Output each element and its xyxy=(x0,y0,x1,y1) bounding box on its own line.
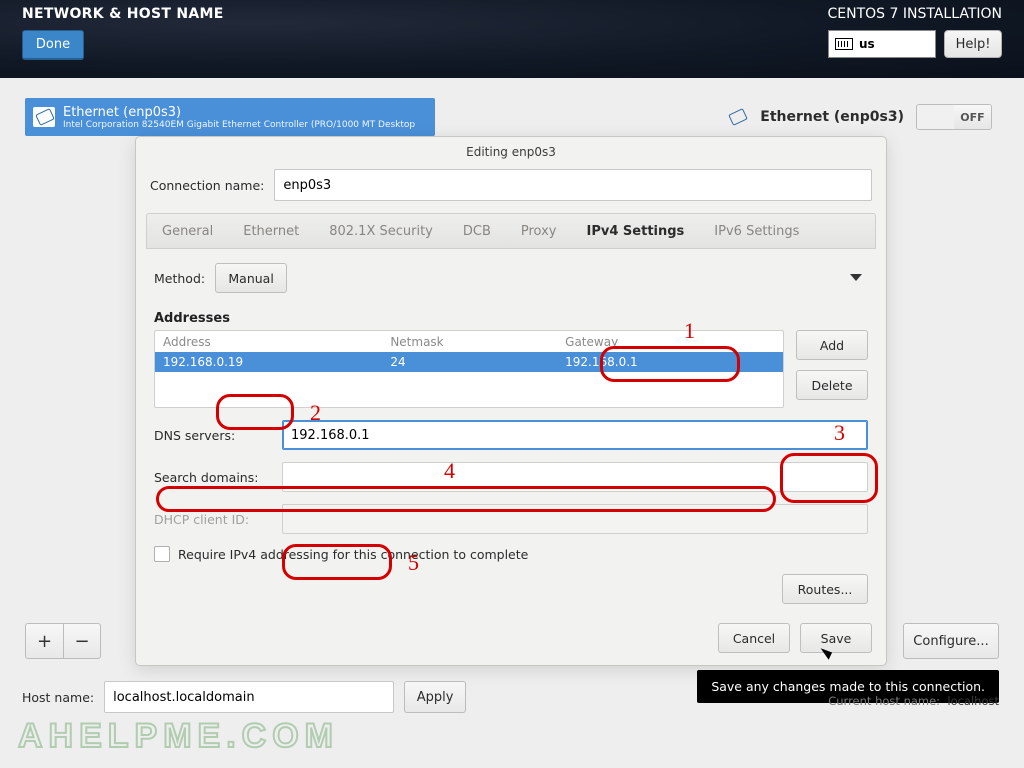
tab-ipv6[interactable]: IPv6 Settings xyxy=(699,224,814,239)
current-hostname: Current host name: localhost xyxy=(828,694,999,708)
col-netmask: Netmask xyxy=(390,335,565,349)
device-vendor: Intel Corporation 82540EM Gigabit Ethern… xyxy=(63,120,415,130)
keyboard-layout-select[interactable]: us xyxy=(828,30,936,58)
device-text: Ethernet (enp0s3) Intel Corporation 8254… xyxy=(63,105,415,130)
search-domains-input[interactable] xyxy=(282,462,868,492)
dhcp-row: DHCP client ID: xyxy=(154,504,868,534)
nic-icon xyxy=(33,107,55,127)
delete-address-button[interactable]: Delete xyxy=(796,370,868,400)
configure-button[interactable]: Configure... xyxy=(903,623,999,659)
method-label: Method: xyxy=(154,271,205,286)
cancel-button[interactable]: Cancel xyxy=(718,623,790,653)
require-ipv4-row: Require IPv4 addressing for this connect… xyxy=(154,546,868,562)
routes-button[interactable]: Routes... xyxy=(782,574,868,604)
addresses-label: Addresses xyxy=(154,311,868,326)
device-list-controls: + − xyxy=(25,623,101,659)
dialog-title: Editing enp0s3 xyxy=(136,137,886,163)
dns-row: DNS servers: xyxy=(154,420,868,450)
installer-screen: NETWORK & HOST NAME Done CENTOS 7 INSTAL… xyxy=(0,0,1024,768)
tab-general[interactable]: General xyxy=(147,224,228,239)
table-row[interactable]: 192.168.0.19 24 192.168.0.1 xyxy=(155,352,783,372)
top-bar: NETWORK & HOST NAME Done CENTOS 7 INSTAL… xyxy=(0,0,1024,78)
device-header-right: Ethernet (enp0s3) OFF xyxy=(726,104,992,130)
cell-address: 192.168.0.19 xyxy=(163,355,390,369)
routes-row: Routes... xyxy=(154,574,868,604)
remove-device-button[interactable]: − xyxy=(63,623,101,659)
dns-input[interactable] xyxy=(282,420,868,450)
apply-hostname-button[interactable]: Apply xyxy=(404,681,466,713)
topbar-right-group: us Help! xyxy=(828,30,1002,58)
tab-ethernet[interactable]: Ethernet xyxy=(228,224,314,239)
cell-gateway: 192.168.0.1 xyxy=(565,355,775,369)
addresses-area: Address Netmask Gateway 192.168.0.19 24 … xyxy=(154,330,868,408)
help-button[interactable]: Help! xyxy=(944,30,1002,58)
nic-icon xyxy=(726,107,748,127)
add-address-button[interactable]: Add xyxy=(796,330,868,360)
col-gateway: Gateway xyxy=(565,335,775,349)
dialog-tabs: General Ethernet 802.1X Security DCB Pro… xyxy=(146,213,876,249)
method-row: Method: Manual xyxy=(154,259,868,297)
require-ipv4-label: Require IPv4 addressing for this connect… xyxy=(178,547,528,562)
tab-ipv4[interactable]: IPv4 Settings xyxy=(572,224,700,239)
tab-8021x[interactable]: 802.1X Security xyxy=(314,224,448,239)
table-empty-row xyxy=(155,372,783,392)
keyboard-icon xyxy=(835,38,853,50)
table-header: Address Netmask Gateway xyxy=(155,331,783,352)
device-name: Ethernet (enp0s3) xyxy=(63,105,415,120)
connection-name-label: Connection name: xyxy=(150,178,264,193)
tab-proxy[interactable]: Proxy xyxy=(506,224,572,239)
dns-label: DNS servers: xyxy=(154,428,272,443)
connection-name-row: Connection name: xyxy=(136,163,886,207)
chevron-down-icon xyxy=(850,274,862,281)
search-domains-label: Search domains: xyxy=(154,470,272,485)
dialog-body: Method: Manual Addresses Address Netmask… xyxy=(136,249,886,608)
add-device-button[interactable]: + xyxy=(25,623,63,659)
hostname-row: Host name: Apply xyxy=(22,681,466,713)
dhcp-input xyxy=(282,504,868,534)
method-select[interactable]: Manual xyxy=(215,263,287,293)
switch-on-side xyxy=(917,105,954,129)
keyboard-layout-value: us xyxy=(859,37,875,51)
hostname-label: Host name: xyxy=(22,690,94,705)
page-title: NETWORK & HOST NAME xyxy=(22,6,224,22)
current-hostname-value: localhost xyxy=(947,694,999,708)
search-row: Search domains: xyxy=(154,462,868,492)
switch-off-side: OFF xyxy=(954,105,991,129)
watermark: AHELPME.COM xyxy=(18,717,339,756)
device-list-item[interactable]: Ethernet (enp0s3) Intel Corporation 8254… xyxy=(25,98,435,136)
cell-netmask: 24 xyxy=(390,355,565,369)
connection-name-input[interactable] xyxy=(274,169,872,201)
save-button[interactable]: Save xyxy=(800,623,872,653)
edit-connection-dialog: Editing enp0s3 Connection name: General … xyxy=(135,136,887,666)
tab-dcb[interactable]: DCB xyxy=(448,224,506,239)
dhcp-label: DHCP client ID: xyxy=(154,512,272,527)
addresses-buttons: Add Delete xyxy=(796,330,868,408)
device-power-switch[interactable]: OFF xyxy=(916,104,992,130)
done-button[interactable]: Done xyxy=(22,30,84,60)
dialog-footer: Cancel Save xyxy=(718,623,872,653)
hostname-input[interactable] xyxy=(104,681,394,713)
method-dropdown-caret[interactable] xyxy=(844,265,868,289)
col-address: Address xyxy=(163,335,390,349)
addresses-table[interactable]: Address Netmask Gateway 192.168.0.19 24 … xyxy=(154,330,784,408)
device-title: Ethernet (enp0s3) xyxy=(760,109,904,125)
require-ipv4-checkbox[interactable] xyxy=(154,546,170,562)
current-hostname-label: Current host name: xyxy=(828,694,940,708)
installer-title: CENTOS 7 INSTALLATION xyxy=(828,6,1002,22)
